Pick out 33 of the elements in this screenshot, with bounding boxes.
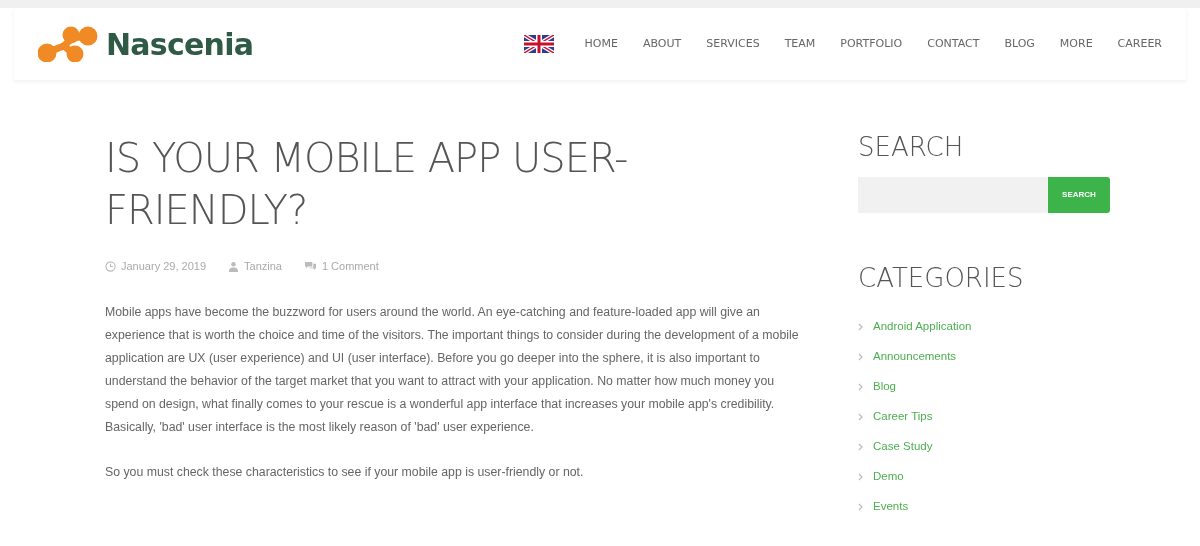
category-link[interactable]: Career Tips	[873, 408, 933, 426]
nav-link[interactable]: MORE	[1059, 35, 1093, 53]
category-link[interactable]: Android Application	[873, 318, 972, 336]
comments-icon	[303, 260, 317, 272]
chevron-icon	[858, 503, 863, 511]
flag-icon[interactable]	[523, 35, 554, 53]
chevron-icon	[858, 413, 863, 421]
paragraph: Mobile apps have become the buzzword for users around the world. An eye-catching and feature-loaded app will give an experience that is worth the choice and time of the visitors. The important things to consider during the development of a mobile application are UX (user experience) and UI (user interface). Before you go deeper into the sphere, it is also important to understand the behavior of the target market that you want to attract with your application. No matter how much money you spend on design, what finally comes to your rescue is a wonderful app interface that increases your mobile app's credibility. Basically, 'bad' user interface is the most likely reason of 'bad' user experience.	[105, 303, 800, 436]
logo-text[interactable]: Nascenia	[106, 21, 254, 67]
category-link[interactable]: Case Study	[873, 438, 933, 456]
nav-link[interactable]: ABOUT	[642, 35, 682, 53]
paragraph: So you must check these characteristics to see if your mobile app is user-friendly or not.	[105, 463, 585, 481]
chevron-icon	[858, 353, 863, 361]
chevron-icon	[858, 323, 863, 331]
nav-link[interactable]: BLOG	[1004, 35, 1035, 53]
nav-link[interactable]: CAREER	[1117, 35, 1162, 53]
search-heading: SEARCH	[858, 131, 965, 164]
categories-heading: CATEGORIES	[858, 262, 1025, 295]
category-link[interactable]: Announcements	[873, 348, 957, 366]
search-field[interactable]	[858, 177, 1048, 213]
chevron-icon	[858, 443, 863, 451]
post-title: IS YOUR MOBILE APP USER-FRIENDLY?	[105, 134, 629, 235]
nav-link[interactable]: SERVICES	[706, 35, 760, 53]
post-date: January 29, 2019	[121, 259, 206, 274]
logo-icon	[38, 26, 100, 62]
nav-link[interactable]: PORTFOLIO	[840, 35, 903, 53]
chevron-icon	[858, 383, 863, 391]
user-icon	[228, 260, 239, 272]
nav-link[interactable]: CONTACT	[927, 35, 980, 53]
clock-icon	[105, 260, 116, 272]
chevron-icon	[858, 473, 863, 481]
nav-link[interactable]: HOME	[584, 35, 618, 53]
nav-link[interactable]: TEAM	[784, 35, 816, 53]
